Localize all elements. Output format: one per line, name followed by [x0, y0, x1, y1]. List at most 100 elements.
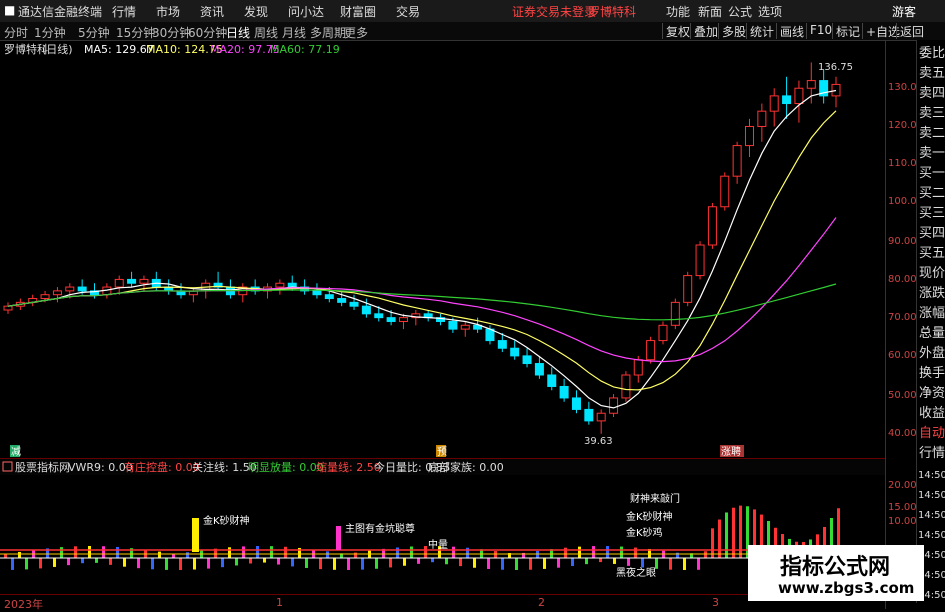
panel-item[interactable]: 买五 [918, 244, 945, 264]
panel-item[interactable]: 买一 [918, 164, 945, 184]
y-label: 90.00 [888, 236, 917, 247]
tf-tab[interactable]: 多周期 [310, 24, 346, 41]
candle-body [361, 305, 371, 315]
panel-item[interactable]: 总量 [918, 324, 945, 344]
menu-item[interactable]: 功能 [666, 3, 690, 20]
toolbar-button[interactable]: 统计 [746, 23, 777, 39]
toolbar-button[interactable]: 多股 [718, 23, 749, 39]
y-label: 80.00 [888, 274, 917, 285]
indicator-bar [263, 558, 266, 563]
panel-item[interactable]: 买二 [918, 184, 945, 204]
time-label: 14:50 [918, 510, 945, 521]
indicator-bar [564, 547, 567, 558]
indicator-toggle-icon[interactable] [2, 461, 13, 472]
y-axis: 130.00 120.00 110.00 100.00 90.00 80.00 … [885, 40, 923, 609]
menu-item[interactable]: 市场 [156, 3, 180, 20]
candle-body [609, 397, 619, 414]
candle-body [127, 278, 137, 284]
panel-item[interactable]: 买四 [918, 224, 945, 244]
candles-group [3, 62, 841, 434]
candle-body [547, 374, 557, 387]
panel-item[interactable]: 卖一 [918, 144, 945, 164]
panel-item[interactable]: 收益 [918, 404, 945, 424]
indicator-bar [403, 558, 406, 566]
candle-body [670, 301, 680, 326]
indicator-bar [494, 551, 497, 558]
indicator-bar [515, 558, 518, 570]
panel-item[interactable]: 涨跌 [918, 284, 945, 304]
tf-tab[interactable]: 更多 [344, 24, 368, 41]
menu-item[interactable]: 公式 [728, 3, 752, 20]
indicator-bar [221, 558, 224, 568]
tf-tab[interactable]: 1分钟 [34, 24, 66, 41]
panel-item[interactable]: 委比 [918, 44, 945, 64]
tf-tab[interactable]: 60分钟 [188, 24, 227, 41]
menu-item[interactable]: 资讯 [200, 3, 224, 20]
indicator-bar [592, 546, 595, 558]
menu-item[interactable]: 行情 [112, 3, 136, 20]
tf-tab-active[interactable]: 日线 [226, 24, 250, 41]
indicator-bar [557, 558, 560, 568]
indicator-bar [634, 547, 637, 558]
y-label: 60.00 [888, 350, 917, 361]
time-label: 14:50 [918, 530, 945, 541]
menu-item[interactable]: 问小达 [288, 3, 324, 20]
panel-item[interactable]: 卖三 [918, 104, 945, 124]
toolbar-button[interactable]: F10 [806, 23, 835, 39]
toolbar-button[interactable]: 复权 [662, 23, 693, 39]
tf-tab[interactable]: 5分钟 [78, 24, 110, 41]
indicator-bar [186, 552, 189, 558]
indicator-bar [207, 558, 210, 569]
indicator-bar [88, 546, 91, 558]
menu-item[interactable]: 财富圈 [340, 3, 376, 20]
auto-quote-button[interactable]: 自动 [918, 424, 945, 444]
panel-item[interactable]: 行情 [918, 444, 945, 464]
menu-item[interactable]: 发现 [244, 3, 268, 20]
panel-item[interactable]: 外盘 [918, 344, 945, 364]
menu-item[interactable]: 交易 [396, 3, 420, 20]
indicator-bar [4, 554, 7, 558]
candle-body [782, 95, 792, 105]
tf-tab[interactable]: 周线 [254, 24, 278, 41]
toolbar-button[interactable]: 标记 [832, 23, 863, 39]
indicator-bar [410, 546, 413, 558]
candle-body [374, 313, 384, 319]
indicator-bar [389, 558, 392, 568]
ind-y-label: 15.00 [888, 502, 917, 513]
candle-body [77, 286, 87, 292]
login-notice[interactable]: 证券交易未登录 [512, 3, 596, 20]
price-chart[interactable]: 罗博特科 (日线) MA5: 129.67 MA10: 124.75 MA20:… [0, 40, 885, 458]
menu-item[interactable]: 选项 [758, 3, 782, 20]
panel-item[interactable]: 净资 [918, 384, 945, 404]
indicator-bar [39, 558, 42, 569]
tf-tab[interactable]: 月线 [282, 24, 306, 41]
panel-item[interactable]: 涨幅 [918, 304, 945, 324]
toolbar-button[interactable]: 叠加 [690, 23, 721, 39]
panel-item[interactable]: 卖二 [918, 124, 945, 144]
toolbar-button[interactable]: 返回 [896, 23, 927, 39]
panel-item[interactable]: 买三 [918, 204, 945, 224]
tf-tab[interactable]: 15分钟 [116, 24, 155, 41]
indicator-bar [599, 558, 602, 563]
app-title: 通达信金融终端 [18, 5, 103, 19]
candle-body [720, 175, 730, 208]
panel-item[interactable]: 卖四 [918, 84, 945, 104]
panel-item[interactable]: 换手 [918, 364, 945, 384]
indicator-bar [718, 519, 721, 558]
indicator-bar [60, 547, 63, 558]
indicator-bar [249, 558, 252, 564]
panel-item[interactable]: 卖五 [918, 64, 945, 84]
menu-item[interactable]: 新面 [698, 3, 722, 20]
ind-y-label: 20.00 [888, 480, 917, 491]
indicator-bar [333, 558, 336, 570]
signal-label: 黑夜之眼 [616, 566, 656, 579]
tf-tab[interactable]: 30分钟 [152, 24, 191, 41]
panel-item[interactable]: 现价 [918, 264, 945, 284]
guest-label[interactable]: 游客 [892, 3, 916, 20]
candle-body [646, 340, 656, 361]
tf-tab[interactable]: 分时 [4, 24, 28, 41]
indicator-bar [683, 558, 686, 570]
candle-body [596, 412, 606, 422]
indicator-bar [704, 551, 707, 558]
toolbar-button[interactable]: 画线 [776, 23, 807, 39]
